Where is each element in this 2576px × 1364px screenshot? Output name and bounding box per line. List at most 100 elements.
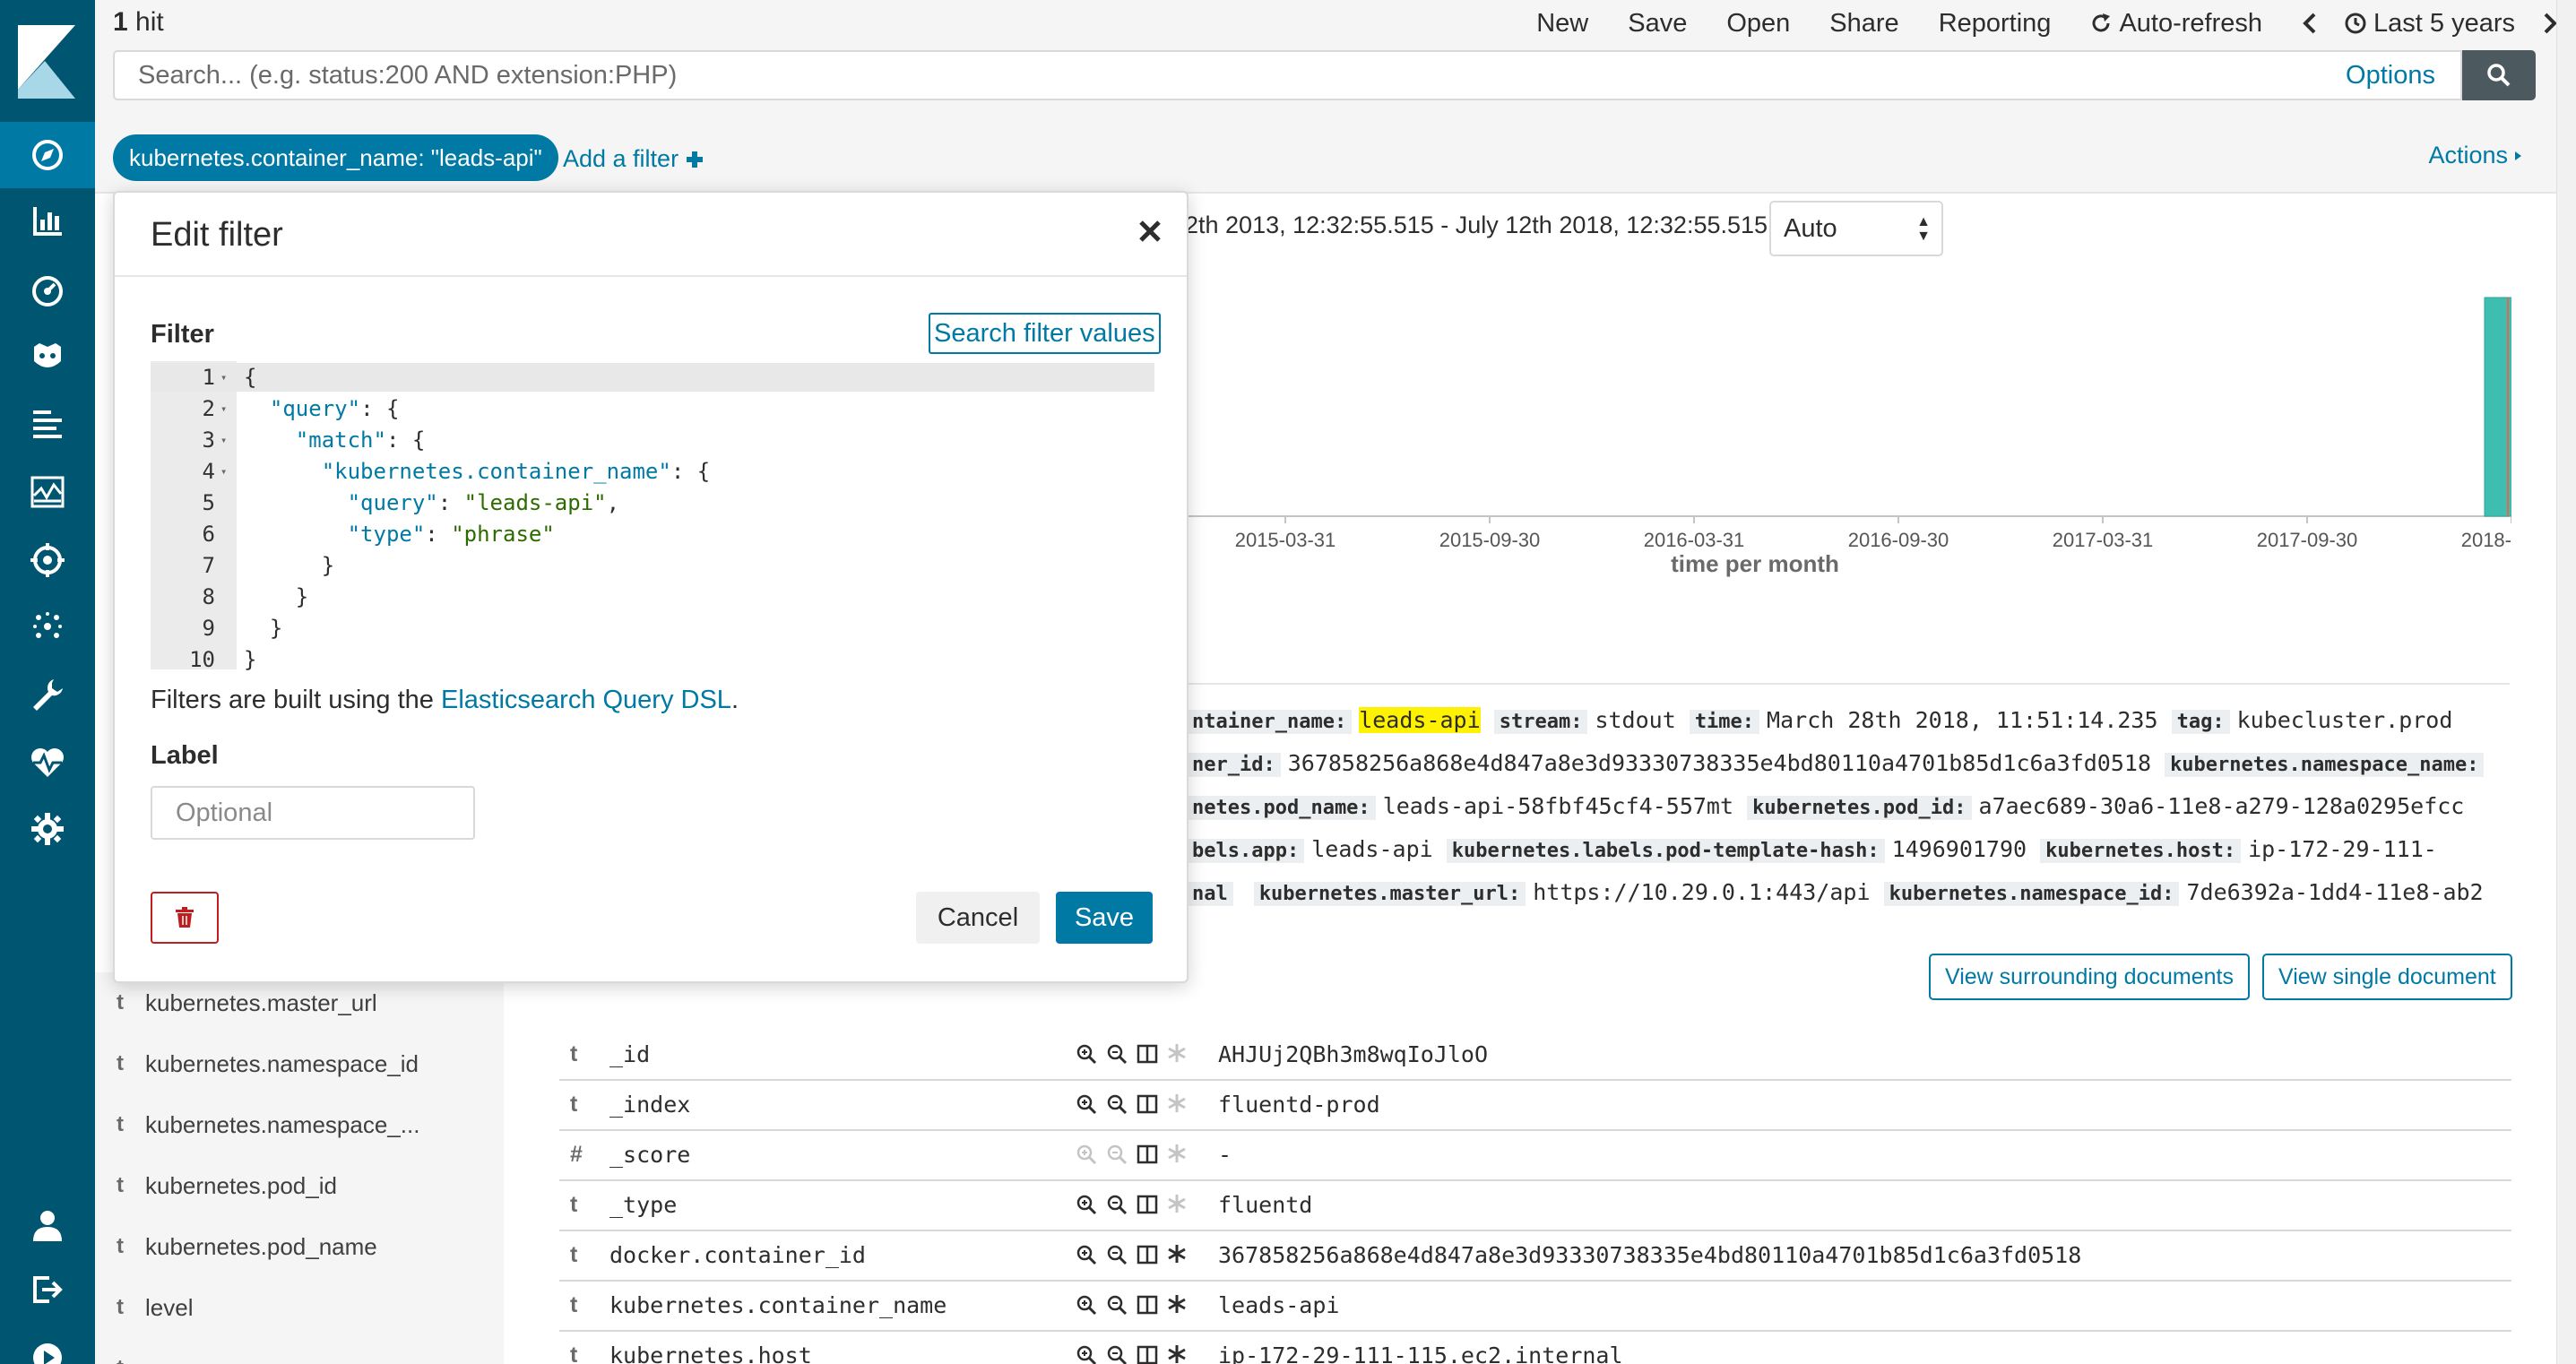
filter-exists-icon[interactable] bbox=[1167, 1194, 1187, 1213]
query-dsl-editor[interactable]: 1 ▾{2 ▾ "query": {3 ▾ "match": {4 ▾ "kuberne… bbox=[151, 361, 1154, 672]
filter-for-value-icon[interactable] bbox=[1076, 1144, 1097, 1165]
save-search-button[interactable]: Save bbox=[1628, 9, 1687, 39]
field-value: March 28th 2018, 11:51:14.235 bbox=[1767, 707, 2158, 733]
field-list-item[interactable]: t kubernetes.pod_id bbox=[95, 1155, 504, 1216]
code-line: 7 } bbox=[151, 551, 1154, 580]
fold-arrow-icon[interactable]: ▾ bbox=[220, 363, 227, 392]
new-button[interactable]: New bbox=[1536, 9, 1588, 39]
management-icon[interactable] bbox=[0, 796, 95, 862]
visualize-icon[interactable] bbox=[0, 188, 95, 255]
collapse-icon[interactable] bbox=[0, 1325, 95, 1364]
toggle-column-icon[interactable] bbox=[1137, 1244, 1158, 1265]
toggle-column-icon[interactable] bbox=[1137, 1144, 1158, 1165]
search-filter-values-button[interactable]: Search filter values bbox=[929, 313, 1161, 354]
machine-learning-icon[interactable] bbox=[0, 593, 95, 660]
filter-exists-icon[interactable] bbox=[1167, 1043, 1187, 1063]
filter-exists-icon[interactable] bbox=[1167, 1344, 1187, 1364]
logout-icon[interactable] bbox=[0, 1256, 95, 1323]
filter-out-value-icon[interactable] bbox=[1106, 1294, 1128, 1316]
modal-header: Edit filter bbox=[115, 193, 1187, 277]
filter-for-value-icon[interactable] bbox=[1076, 1194, 1097, 1215]
add-filter-label: Add a filter bbox=[563, 145, 679, 172]
graph-icon[interactable] bbox=[0, 527, 95, 593]
code-text: "match": { bbox=[295, 427, 426, 453]
search-input[interactable] bbox=[115, 52, 2266, 99]
options-link[interactable]: Options bbox=[2346, 61, 2435, 91]
filter-out-value-icon[interactable] bbox=[1106, 1144, 1128, 1165]
view-single-button[interactable]: View single document bbox=[2262, 954, 2512, 1000]
dev-tools-icon[interactable] bbox=[0, 661, 95, 728]
add-filter-link[interactable]: Add a filter bbox=[563, 145, 704, 173]
line-number: 8 bbox=[202, 584, 215, 609]
code-text: "query": "leads-api", bbox=[347, 490, 620, 515]
filter-exists-icon[interactable] bbox=[1167, 1093, 1187, 1113]
toggle-column-icon[interactable] bbox=[1137, 1344, 1158, 1364]
code-text: } bbox=[244, 553, 335, 578]
filter-exists-icon[interactable] bbox=[1167, 1144, 1187, 1163]
field-list-item[interactable]: t kubernetes.namespace_id bbox=[95, 1033, 504, 1094]
field-list-item[interactable]: t kubernetes.namespace_... bbox=[95, 1094, 504, 1155]
cancel-button[interactable]: Cancel bbox=[916, 892, 1040, 944]
discover-icon[interactable] bbox=[0, 122, 95, 188]
filter-out-value-icon[interactable] bbox=[1106, 1344, 1128, 1364]
search-submit-button[interactable] bbox=[2462, 50, 2536, 100]
table-row: t docker.container_id 367858256a868e4d847a… bbox=[559, 1231, 2511, 1282]
x-axis-title: time per month bbox=[1671, 550, 1839, 577]
filter-for-value-icon[interactable] bbox=[1076, 1093, 1097, 1115]
code-line: 5 "query": "leads-api", bbox=[151, 488, 1154, 517]
filter-for-value-icon[interactable] bbox=[1076, 1244, 1097, 1265]
monitoring-icon[interactable] bbox=[0, 729, 95, 796]
fold-arrow-icon[interactable]: ▾ bbox=[220, 457, 227, 486]
timelion-icon[interactable] bbox=[0, 324, 95, 391]
table-row: t _index fluentd-prod bbox=[559, 1081, 2511, 1131]
field-value: stdout bbox=[1595, 707, 1676, 733]
actions-link[interactable]: Actions bbox=[2428, 142, 2522, 169]
delete-filter-button[interactable] bbox=[151, 892, 219, 944]
fold-arrow-icon[interactable]: ▾ bbox=[220, 394, 227, 423]
kibana-logo[interactable] bbox=[0, 0, 95, 124]
field-value: a7aec689-30a6-11e8-a279-128a0295efcc bbox=[1978, 793, 2465, 819]
filter-for-value-icon[interactable] bbox=[1076, 1043, 1097, 1065]
view-surrounding-button[interactable]: View surrounding documents bbox=[1929, 954, 2250, 1000]
filter-exists-icon[interactable] bbox=[1167, 1244, 1187, 1264]
save-button[interactable]: Save bbox=[1056, 892, 1153, 944]
scrollbar[interactable] bbox=[2556, 0, 2576, 1364]
time-back-button[interactable] bbox=[2302, 12, 2318, 35]
field-list-item[interactable]: t kubernetes.pod_name bbox=[95, 1216, 504, 1277]
filter-for-value-icon[interactable] bbox=[1076, 1294, 1097, 1316]
field-type: t bbox=[117, 1295, 124, 1319]
filter-exists-icon[interactable] bbox=[1167, 1294, 1187, 1314]
query-dsl-link[interactable]: Elasticsearch Query DSL bbox=[441, 686, 731, 714]
interval-select[interactable]: Auto ▲ ▼ bbox=[1769, 201, 1943, 256]
apm-icon[interactable] bbox=[0, 459, 95, 525]
filter-out-value-icon[interactable] bbox=[1106, 1194, 1128, 1215]
fold-arrow-icon[interactable]: ▾ bbox=[220, 426, 227, 454]
label-input[interactable] bbox=[151, 786, 475, 840]
toggle-column-icon[interactable] bbox=[1137, 1294, 1158, 1316]
field-list-item[interactable]: tmessage bbox=[95, 1338, 504, 1364]
doc-source-row: bels.app: leads-api kubernetes.labels.pod… bbox=[1187, 828, 2511, 871]
field-type: # bbox=[570, 1142, 583, 1167]
x-tick-label: 2017-09-30 bbox=[2257, 529, 2358, 551]
filter-pill[interactable]: kubernetes.container_name: "leads-api" bbox=[113, 134, 558, 181]
logs-icon[interactable] bbox=[0, 391, 95, 457]
dashboard-icon[interactable] bbox=[0, 258, 95, 324]
field-list-item[interactable]: t level bbox=[95, 1277, 504, 1338]
filter-out-value-icon[interactable] bbox=[1106, 1093, 1128, 1115]
time-picker-button[interactable]: Last 5 years bbox=[2345, 9, 2515, 39]
open-button[interactable]: Open bbox=[1726, 9, 1790, 39]
doc-source-row: ner_id: 367858256a868e4d847a8e3d933307383… bbox=[1187, 742, 2511, 785]
filter-for-value-icon[interactable] bbox=[1076, 1344, 1097, 1364]
field-value: AHJUj2QBh3m8wqIoJloO bbox=[1218, 1041, 1489, 1067]
share-button[interactable]: Share bbox=[1829, 9, 1898, 39]
filter-out-value-icon[interactable] bbox=[1106, 1043, 1128, 1065]
reporting-button[interactable]: Reporting bbox=[1939, 9, 2052, 39]
auto-refresh-button[interactable]: Auto-refresh bbox=[2090, 9, 2262, 39]
close-button[interactable] bbox=[1138, 220, 1162, 247]
field-value: - bbox=[1218, 1142, 1232, 1168]
toggle-column-icon[interactable] bbox=[1137, 1194, 1158, 1215]
filter-out-value-icon[interactable] bbox=[1106, 1244, 1128, 1265]
user-icon[interactable] bbox=[0, 1192, 95, 1258]
toggle-column-icon[interactable] bbox=[1137, 1043, 1158, 1065]
toggle-column-icon[interactable] bbox=[1137, 1093, 1158, 1115]
